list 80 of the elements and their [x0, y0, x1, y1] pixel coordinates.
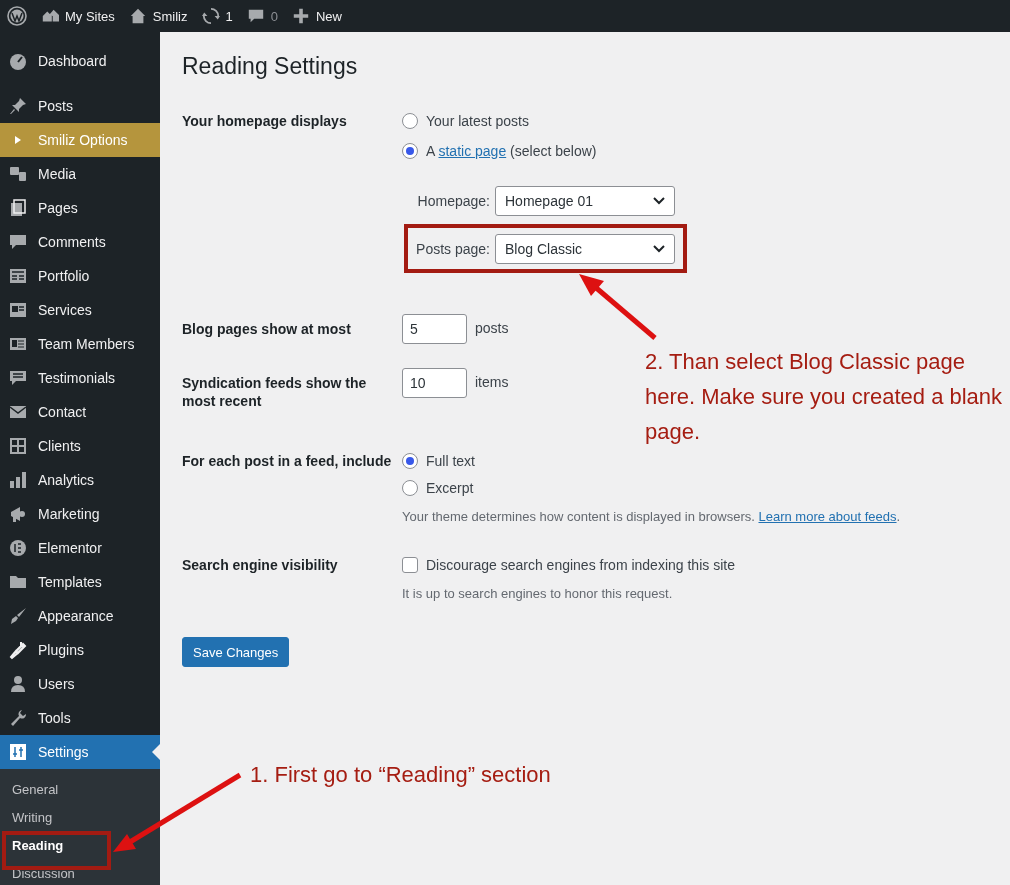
- sidebar-item[interactable]: Users: [0, 667, 160, 701]
- sidebar-item[interactable]: Portfolio: [0, 259, 160, 293]
- field-label: Search engine visibility: [182, 556, 339, 575]
- save-button[interactable]: Save Changes: [182, 637, 290, 667]
- refresh-icon: [201, 7, 220, 25]
- sidebar-item[interactable]: Elementor: [0, 531, 160, 565]
- sidebar-item[interactable]: Services: [0, 293, 160, 327]
- sidebar-item[interactable]: Plugins: [0, 633, 160, 667]
- grid-icon: [8, 436, 28, 456]
- sidebar-item[interactable]: Testimonials: [0, 361, 160, 395]
- field-label: Your homepage displays: [182, 112, 348, 131]
- submenu-item[interactable]: Discussion: [0, 860, 160, 885]
- field-label: Blog pages show at most: [182, 320, 352, 339]
- radio-button[interactable]: [402, 453, 418, 469]
- gauge-icon: [8, 51, 28, 71]
- sidebar-item[interactable]: Analytics: [0, 463, 160, 497]
- radio-button[interactable]: [402, 143, 418, 159]
- chevron-down-icon: [653, 245, 665, 253]
- id-card-icon: [8, 300, 28, 320]
- unit-label: posts: [475, 319, 509, 336]
- sidebar-item[interactable]: Media: [0, 157, 160, 191]
- unit-label: items: [475, 373, 509, 390]
- speech-bubble-icon: [8, 232, 28, 252]
- sidebar-item[interactable]: Tools: [0, 701, 160, 735]
- media-icon: [8, 164, 28, 184]
- number-field[interactable]: 5: [402, 314, 467, 344]
- radio-button[interactable]: [402, 113, 418, 129]
- select-label: Posts page:: [415, 241, 490, 257]
- pages-icon: [8, 198, 28, 218]
- radio-button[interactable]: [402, 480, 418, 496]
- user-icon: [8, 674, 28, 694]
- submenu-item[interactable]: General: [0, 776, 160, 804]
- submenu-item[interactable]: Writing: [0, 804, 160, 832]
- page-title: Reading Settings: [182, 53, 359, 80]
- toolbar-link[interactable]: New: [292, 7, 342, 25]
- sidebar-item[interactable]: Templates: [0, 565, 160, 599]
- field-label: For each post in a feed, include: [182, 452, 393, 471]
- sidebar-item[interactable]: Settings: [0, 735, 160, 769]
- sidebar-item[interactable]: Team Members: [0, 327, 160, 361]
- select-label: Homepage:: [416, 193, 490, 209]
- sidebar-item[interactable]: Clients: [0, 429, 160, 463]
- sidebar-item[interactable]: Posts: [0, 89, 160, 123]
- dropdown[interactable]: Blog Classic: [495, 234, 675, 264]
- sidebar-item[interactable]: Pages: [0, 191, 160, 225]
- sliders-icon: [8, 742, 28, 762]
- toolbar-link[interactable]: 0: [246, 7, 278, 25]
- field-label: Syndication feeds show the most recent: [182, 374, 368, 410]
- sidebar-item[interactable]: Contact: [0, 395, 160, 429]
- logo-icon[interactable]: [7, 6, 27, 26]
- option-label: Excerpt: [426, 480, 474, 496]
- circle-e-icon: [8, 538, 28, 558]
- plus-icon: [292, 7, 310, 25]
- option-label: A static page (select below): [426, 143, 597, 159]
- pushpin-icon: [8, 96, 28, 116]
- home-icon: [128, 7, 147, 25]
- toolbar-link[interactable]: Smiliz: [128, 7, 188, 25]
- description-text: It is up to search engines to honor this request.: [402, 586, 674, 601]
- paintbrush-icon: [8, 606, 28, 626]
- submenu-item[interactable]: Reading: [0, 832, 160, 860]
- annotation-text: 2. Than select Blog Classic page here. Make sure you created a blank page.: [645, 348, 1004, 446]
- number-field[interactable]: 10: [402, 368, 467, 398]
- sidebar-item[interactable]: Marketing: [0, 497, 160, 531]
- sidebar-item[interactable]: Dashboard: [0, 44, 160, 78]
- feeds-link[interactable]: Learn more about feeds: [758, 509, 897, 524]
- dropdown[interactable]: Homepage 01: [495, 186, 675, 216]
- sidebar-item[interactable]: Comments: [0, 225, 160, 259]
- testimonial-icon: [8, 368, 28, 388]
- sidebar-item[interactable]: Appearance: [0, 599, 160, 633]
- description-text: Your theme determines how content is displayed in browsers. Learn more about feeds.: [402, 509, 902, 524]
- checkbox-label: Discourage search engines from indexing this site: [426, 557, 735, 573]
- grid-layout-icon: [8, 266, 28, 286]
- bar-chart-icon: [8, 470, 28, 490]
- checkbox[interactable]: [402, 557, 418, 573]
- option-label: Full text: [426, 453, 475, 469]
- option-label: Your latest posts: [426, 113, 529, 129]
- annotation-text: 1. First go to “Reading” section: [250, 762, 551, 788]
- chevron-down-icon: [653, 197, 665, 205]
- toolbar-link[interactable]: My Sites: [41, 7, 115, 25]
- toolbar-link[interactable]: 1: [201, 7, 233, 25]
- static-page-link[interactable]: static page: [438, 143, 507, 159]
